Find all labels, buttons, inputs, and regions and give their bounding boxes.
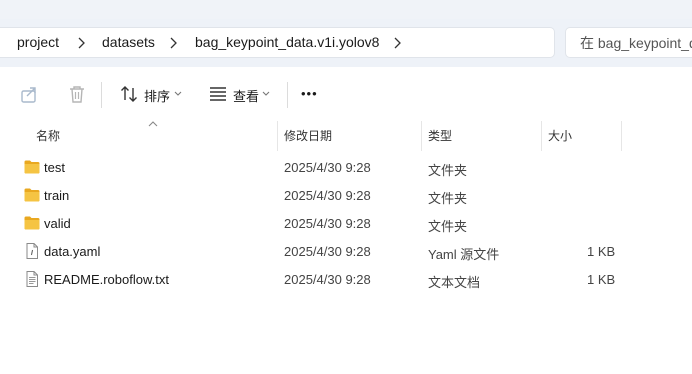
column-header-type[interactable]: 类型: [428, 127, 452, 144]
file-row[interactable]: test 2025/4/30 9:28 文件夹: [0, 153, 692, 181]
file-modified: 2025/4/30 9:28: [284, 272, 371, 287]
folder-icon: [24, 216, 40, 230]
file-modified: 2025/4/30 9:28: [284, 188, 371, 203]
command-bar: 排序 查看 •••: [0, 67, 692, 121]
file-row[interactable]: data.yaml 2025/4/30 9:28 Yaml 源文件 1 KB: [0, 237, 692, 265]
search-box[interactable]: [565, 27, 692, 58]
column-divider[interactable]: [621, 121, 622, 151]
breadcrumb-current-folder[interactable]: bag_keypoint_data.v1i.yolov8: [195, 28, 379, 57]
chevron-right-icon: [78, 37, 85, 49]
file-type: Yaml 源文件: [428, 247, 500, 262]
folder-icon: [24, 160, 40, 174]
view-button[interactable]: 查看: [206, 80, 276, 108]
column-header-modified[interactable]: 修改日期: [284, 127, 332, 144]
file-type: 文件夹: [428, 219, 468, 234]
sort-icon: [121, 86, 137, 102]
view-label: 查看: [233, 89, 260, 104]
file-row[interactable]: README.roboflow.txt 2025/4/30 9:28 文本文档 …: [0, 265, 692, 293]
file-modified: 2025/4/30 9:28: [284, 160, 371, 175]
toolbar-divider: [287, 82, 288, 108]
text-file-icon: [26, 271, 38, 287]
file-size: 1 KB: [587, 244, 616, 259]
file-name: train: [44, 188, 70, 203]
file-type: 文件夹: [428, 191, 468, 206]
file-row[interactable]: train 2025/4/30 9:28 文件夹: [0, 181, 692, 209]
file-size: 1 KB: [587, 272, 616, 287]
yaml-file-icon: [26, 243, 38, 259]
column-header-name[interactable]: 名称: [36, 127, 60, 144]
folder-icon: [24, 188, 40, 202]
address-bar[interactable]: project datasets bag_keypoint_data.v1i.y…: [0, 27, 555, 58]
file-modified: 2025/4/30 9:28: [284, 216, 371, 231]
chevron-down-icon: [174, 91, 182, 96]
sort-ascending-indicator-icon: [148, 121, 158, 127]
breadcrumb-datasets[interactable]: datasets: [102, 28, 155, 57]
file-name: valid: [44, 216, 71, 231]
sort-button[interactable]: 排序: [116, 80, 186, 108]
file-type: 文本文档: [428, 275, 481, 290]
column-header-size[interactable]: 大小: [548, 127, 572, 144]
breadcrumb-project[interactable]: project: [17, 28, 59, 57]
chevron-right-icon: [170, 37, 177, 49]
column-headers: 名称 修改日期 类型 大小: [0, 121, 692, 151]
title-strip: [0, 0, 692, 19]
search-input[interactable]: [580, 28, 692, 57]
toolbar-divider: [101, 82, 102, 108]
file-row[interactable]: valid 2025/4/30 9:28 文件夹: [0, 209, 692, 237]
file-name: data.yaml: [44, 244, 101, 259]
file-modified: 2025/4/30 9:28: [284, 244, 371, 259]
share-icon[interactable]: [19, 83, 41, 105]
address-row: project datasets bag_keypoint_data.v1i.y…: [0, 19, 692, 67]
more-options-button[interactable]: •••: [301, 86, 318, 101]
chevron-right-icon[interactable]: [392, 37, 402, 49]
trash-icon[interactable]: [66, 83, 88, 105]
column-divider[interactable]: [541, 121, 542, 151]
file-type: 文件夹: [428, 163, 468, 178]
view-list-icon: [210, 87, 226, 101]
file-name: README.roboflow.txt: [44, 272, 169, 287]
chevron-down-icon: [262, 91, 270, 96]
file-name: test: [44, 160, 65, 175]
column-divider[interactable]: [277, 121, 278, 151]
column-divider[interactable]: [421, 121, 422, 151]
sort-label: 排序: [144, 89, 171, 104]
